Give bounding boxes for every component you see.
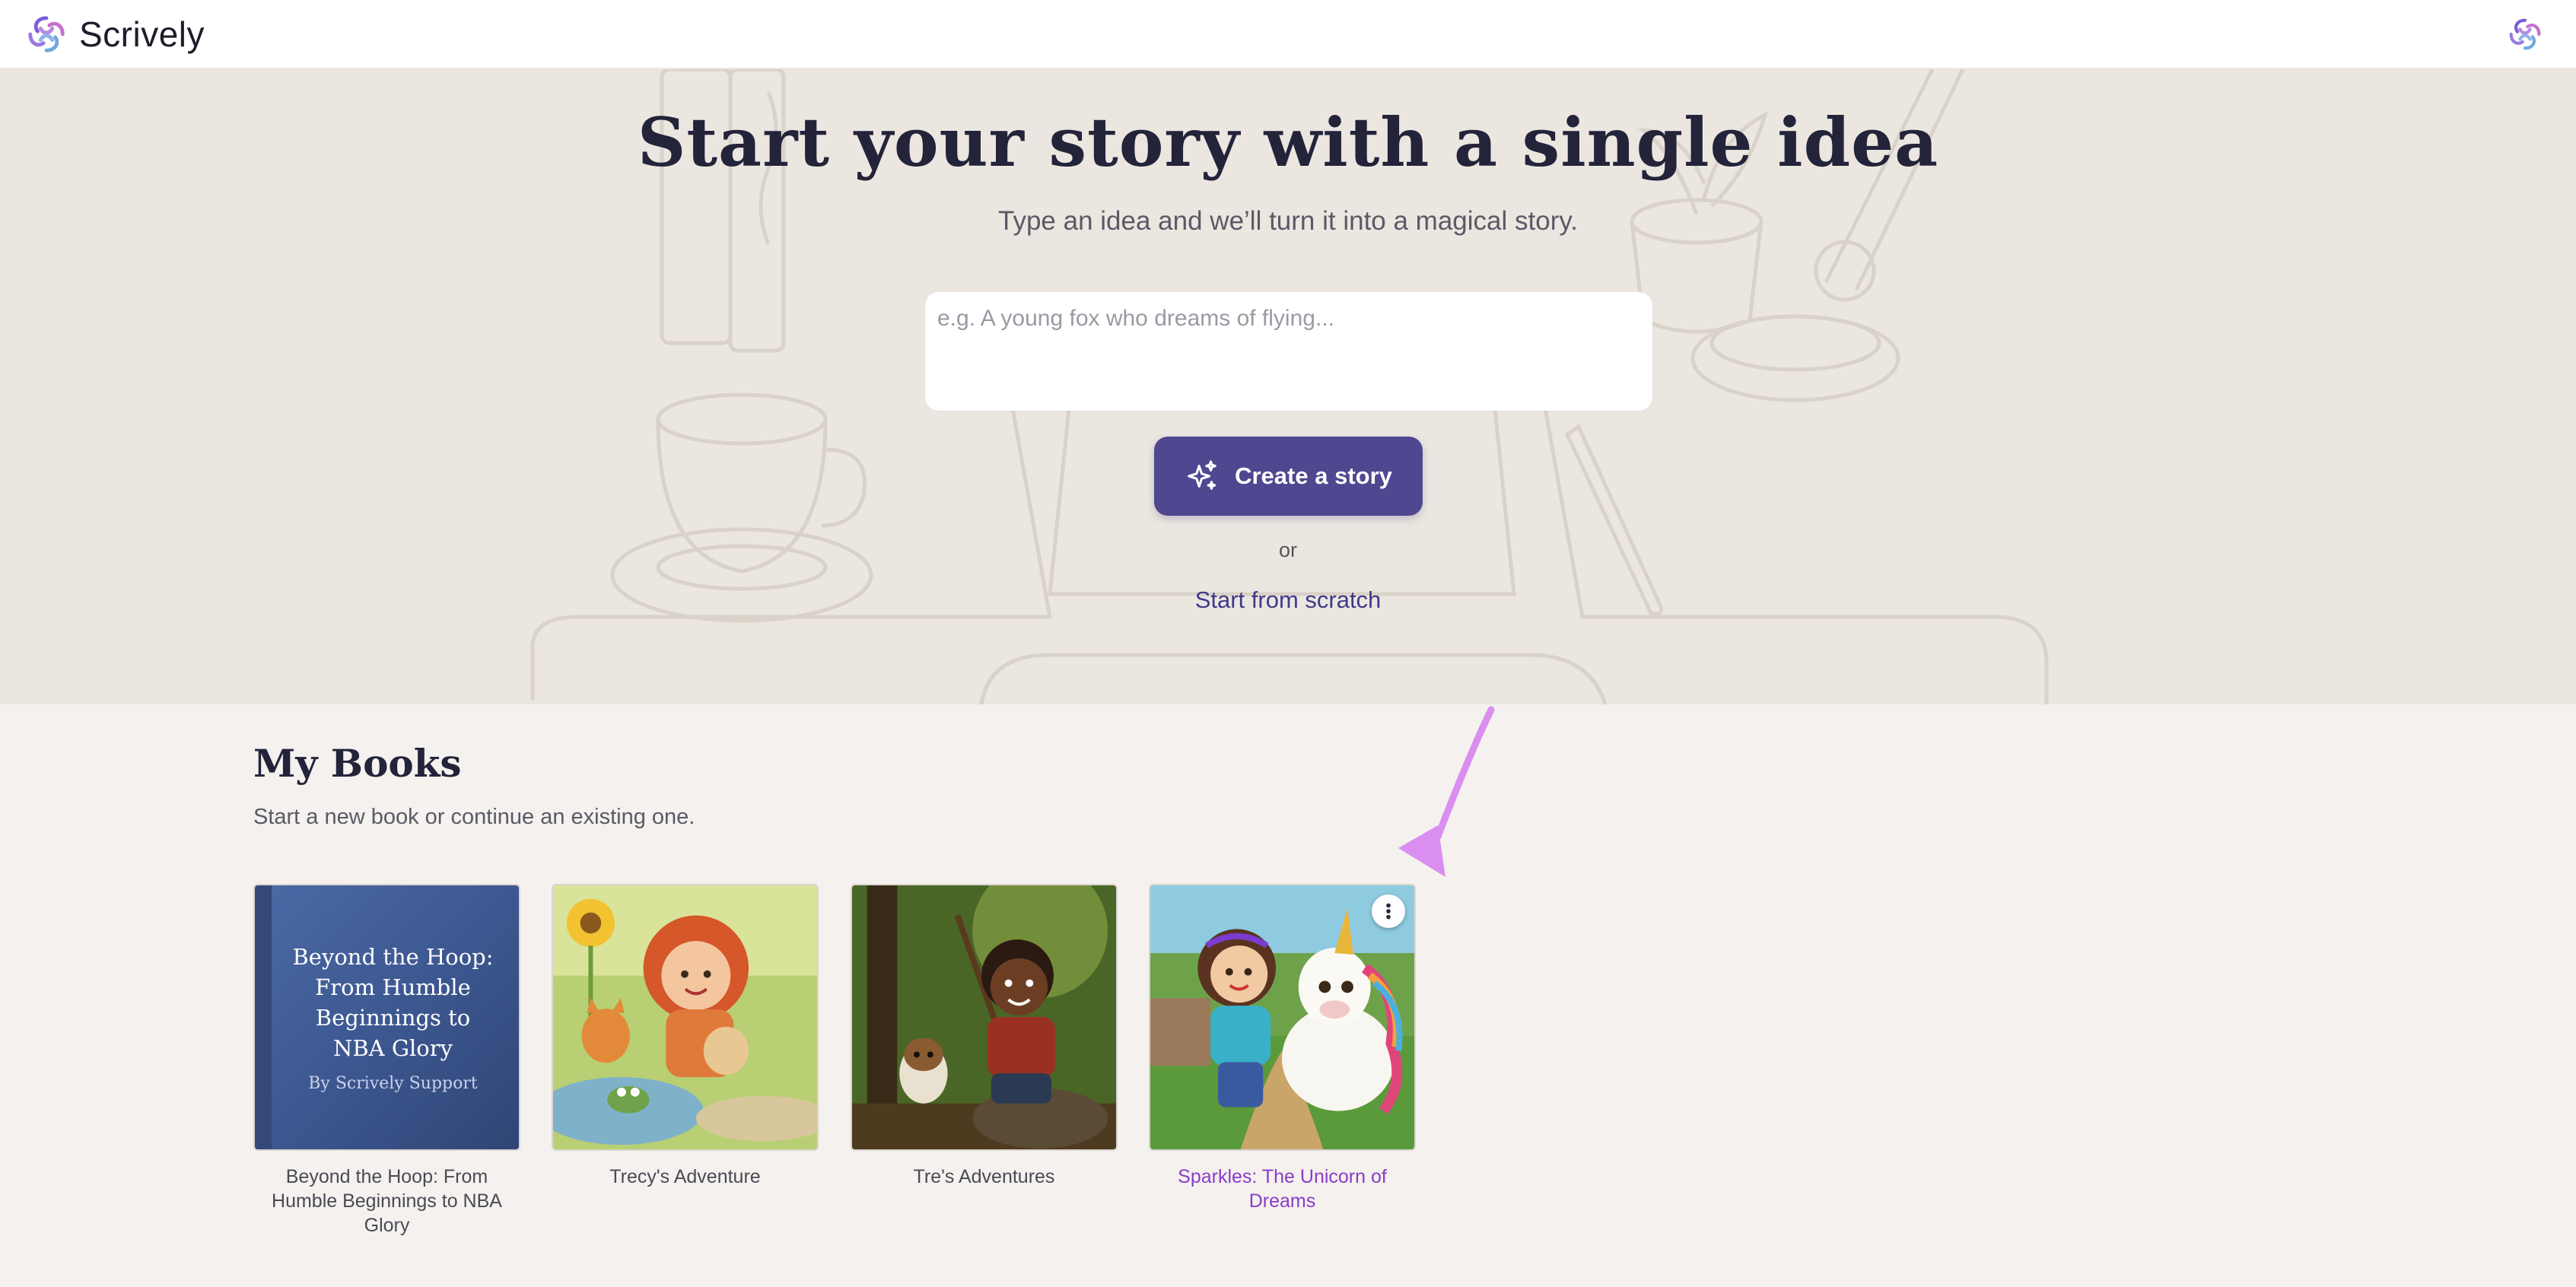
book-card[interactable]: Tre's Adventures xyxy=(851,884,1118,1189)
brand[interactable]: Scrively xyxy=(24,12,205,56)
my-books-title: My Books xyxy=(253,741,462,786)
book-cover[interactable] xyxy=(552,884,819,1151)
book-caption[interactable]: Trecy's Adventure xyxy=(552,1165,819,1189)
book-options-button[interactable] xyxy=(1372,895,1405,928)
book-cover-illustration xyxy=(1150,885,1414,1149)
brand-name: Scrively xyxy=(79,14,205,54)
more-vertical-icon xyxy=(1386,903,1391,920)
book-cover[interactable] xyxy=(851,884,1118,1151)
book-card[interactable]: Beyond the Hoop: From Humble Beginnings … xyxy=(253,884,520,1238)
book-card[interactable]: Trecy's Adventure xyxy=(552,884,819,1189)
my-books-subtitle: Start a new book or continue an existing… xyxy=(253,805,695,829)
book-cover-title: Beyond the Hoop: From Humble Beginnings … xyxy=(292,944,494,1061)
book-cover-author: By Scrively Support xyxy=(308,1074,478,1093)
book-caption[interactable]: Beyond the Hoop: From Humble Beginnings … xyxy=(253,1165,520,1238)
book-cover-illustration xyxy=(852,885,1116,1149)
sparkle-icon xyxy=(1188,460,1216,490)
hero-section: Start your story with a single idea Type… xyxy=(0,69,2576,704)
top-bar: Scrively xyxy=(0,0,2576,69)
or-separator: or xyxy=(1278,539,1297,561)
book-cover[interactable] xyxy=(1149,884,1416,1151)
book-cover-illustration xyxy=(553,885,817,1149)
book-caption[interactable]: Sparkles: The Unicorn of Dreams xyxy=(1149,1165,1416,1213)
create-story-button[interactable]: Create a story xyxy=(1154,437,1423,516)
text-book-cover: Beyond the Hoop: From Humble Beginnings … xyxy=(255,885,519,1149)
book-cover[interactable]: Beyond the Hoop: From Humble Beginnings … xyxy=(253,884,520,1151)
book-spine xyxy=(255,885,272,1149)
annotation-arrow-icon xyxy=(1398,706,1495,877)
story-idea-input[interactable] xyxy=(925,292,1652,411)
start-from-scratch-link[interactable]: Start from scratch xyxy=(1194,586,1382,614)
book-card[interactable]: Sparkles: The Unicorn of Dreams xyxy=(1149,884,1416,1213)
hero-subtitle: Type an idea and we’ll turn it into a ma… xyxy=(998,206,1578,236)
hero-content: Start your story with a single idea Type… xyxy=(0,69,2576,704)
create-story-label: Create a story xyxy=(1235,462,1392,489)
swirl-logo-icon[interactable] xyxy=(2506,15,2544,53)
hero-title: Start your story with a single idea xyxy=(637,103,1939,182)
swirl-logo-icon xyxy=(28,15,65,52)
book-caption[interactable]: Tre's Adventures xyxy=(851,1165,1118,1189)
